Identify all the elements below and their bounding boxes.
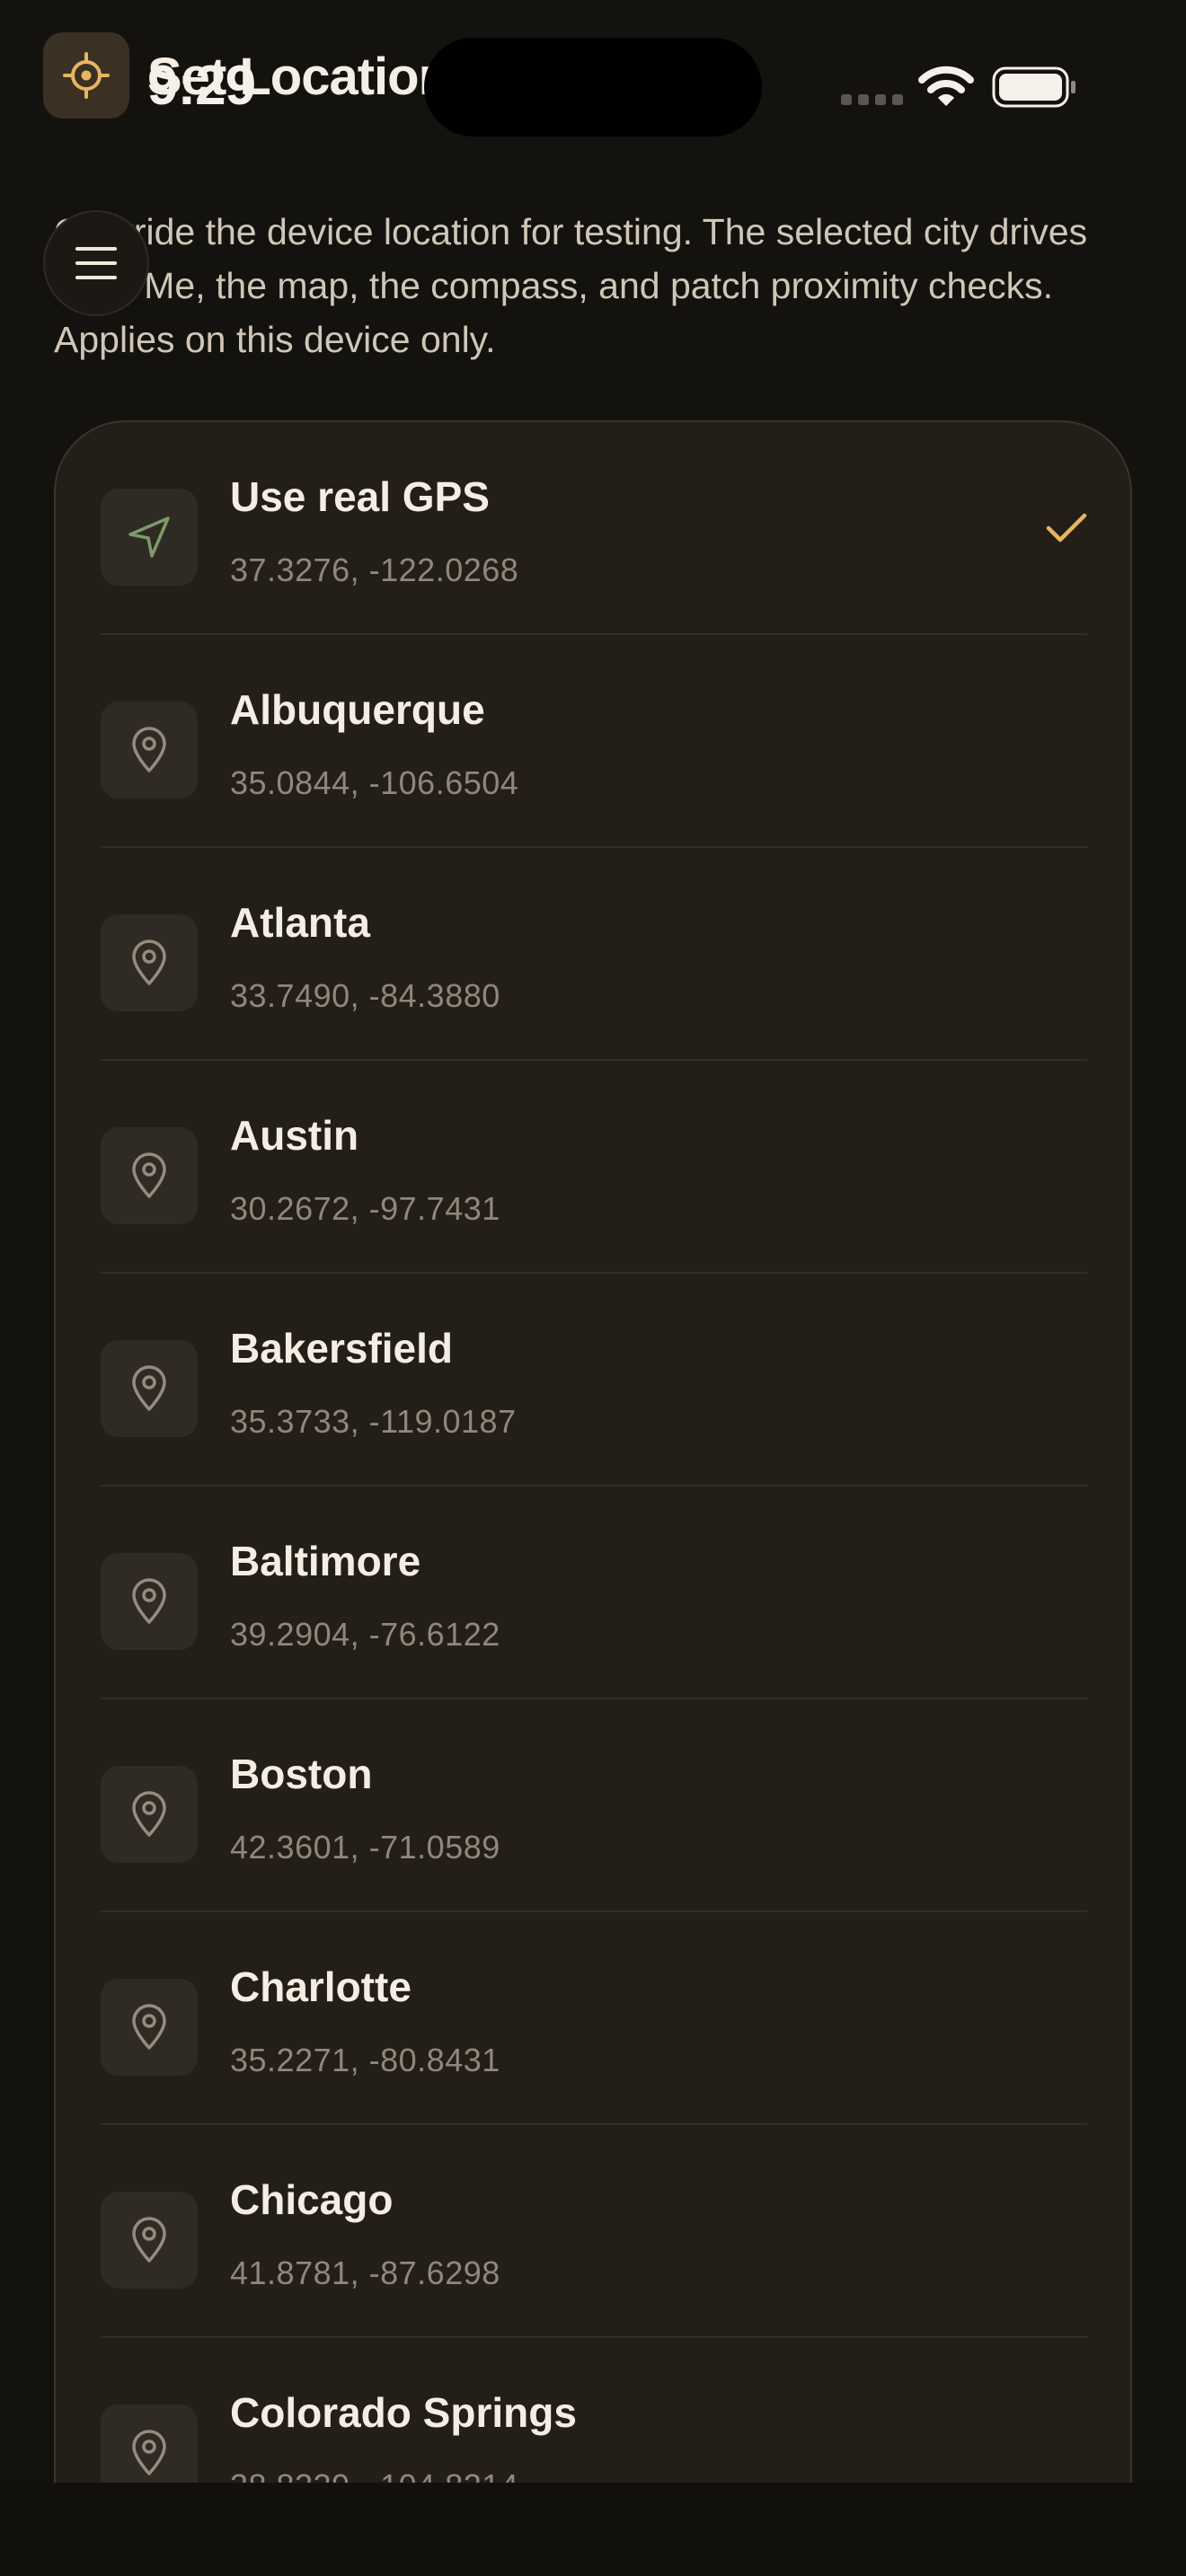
location-name: Boston bbox=[230, 1751, 373, 1797]
location-row-boston[interactable]: Boston 42.3601, -71.0589 bbox=[101, 1699, 1087, 1912]
location-name: Bakersfield bbox=[230, 1325, 454, 1372]
map-pin-icon bbox=[101, 1553, 198, 1650]
location-row-albuquerque[interactable]: Albuquerque 35.0844, -106.6504 bbox=[101, 635, 1087, 848]
wifi-icon bbox=[918, 66, 974, 106]
location-coords: 33.7490, -84.3880 bbox=[230, 977, 500, 1014]
location-row-atlanta[interactable]: Atlanta 33.7490, -84.3880 bbox=[101, 848, 1087, 1061]
location-coords: 35.0844, -106.6504 bbox=[230, 764, 519, 801]
map-pin-icon bbox=[101, 1127, 198, 1224]
battery-icon bbox=[992, 66, 1075, 108]
location-name: Baltimore bbox=[230, 1538, 421, 1584]
location-name: Albuquerque bbox=[230, 686, 485, 733]
location-row-chicago[interactable]: Chicago 41.8781, -87.6298 bbox=[101, 2125, 1087, 2338]
bottom-safe-area bbox=[0, 2483, 1186, 2576]
location-coords: 37.3276, -122.0268 bbox=[230, 551, 519, 588]
location-name: Use real GPS bbox=[230, 473, 490, 520]
location-row-use-real-gps[interactable]: Use real GPS 37.3276, -122.0268 bbox=[101, 422, 1087, 635]
location-crosshair-icon bbox=[43, 32, 129, 119]
location-coords: 41.8781, -87.6298 bbox=[230, 2254, 500, 2291]
hamburger-menu-icon bbox=[75, 247, 117, 279]
map-pin-icon bbox=[101, 1766, 198, 1863]
location-coords: 39.2904, -76.6122 bbox=[230, 1616, 500, 1653]
map-pin-icon bbox=[101, 914, 198, 1011]
location-coords: 35.2271, -80.8431 bbox=[230, 2042, 500, 2078]
status-time: 9:29 bbox=[147, 55, 256, 117]
cellular-signal-icon bbox=[841, 94, 903, 105]
location-coords: 35.3733, -119.0187 bbox=[230, 1403, 517, 1440]
location-name: Austin bbox=[230, 1112, 359, 1159]
location-row-austin[interactable]: Austin 30.2672, -97.7431 bbox=[101, 1061, 1087, 1274]
location-name: Atlanta bbox=[230, 899, 370, 946]
navigation-arrow-icon bbox=[101, 489, 198, 586]
location-row-bakersfield[interactable]: Bakersfield 35.3733, -119.0187 bbox=[101, 1274, 1087, 1486]
location-row-charlotte[interactable]: Charlotte 35.2271, -80.8431 bbox=[101, 1912, 1087, 2125]
location-row-baltimore[interactable]: Baltimore 39.2904, -76.6122 bbox=[101, 1486, 1087, 1699]
location-list: Use real GPS 37.3276, -122.0268 Albuquer… bbox=[54, 420, 1132, 2576]
location-name: Charlotte bbox=[230, 1963, 412, 2010]
location-coords: 30.2672, -97.7431 bbox=[230, 1190, 500, 1227]
description-text: Override the device location for testing… bbox=[54, 211, 1088, 360]
location-coords: 42.3601, -71.0589 bbox=[230, 1829, 500, 1866]
location-name: Colorado Springs bbox=[230, 2389, 577, 2436]
screen: Set Location 9:29 Override the device lo… bbox=[0, 0, 1186, 2576]
dynamic-island bbox=[424, 38, 762, 137]
map-pin-icon bbox=[101, 1340, 198, 1437]
map-pin-icon bbox=[101, 2192, 198, 2289]
location-name: Chicago bbox=[230, 2176, 394, 2223]
menu-button[interactable] bbox=[43, 210, 149, 316]
map-pin-icon bbox=[101, 701, 198, 798]
map-pin-icon bbox=[101, 1979, 198, 2076]
checkmark-icon bbox=[1046, 513, 1087, 543]
